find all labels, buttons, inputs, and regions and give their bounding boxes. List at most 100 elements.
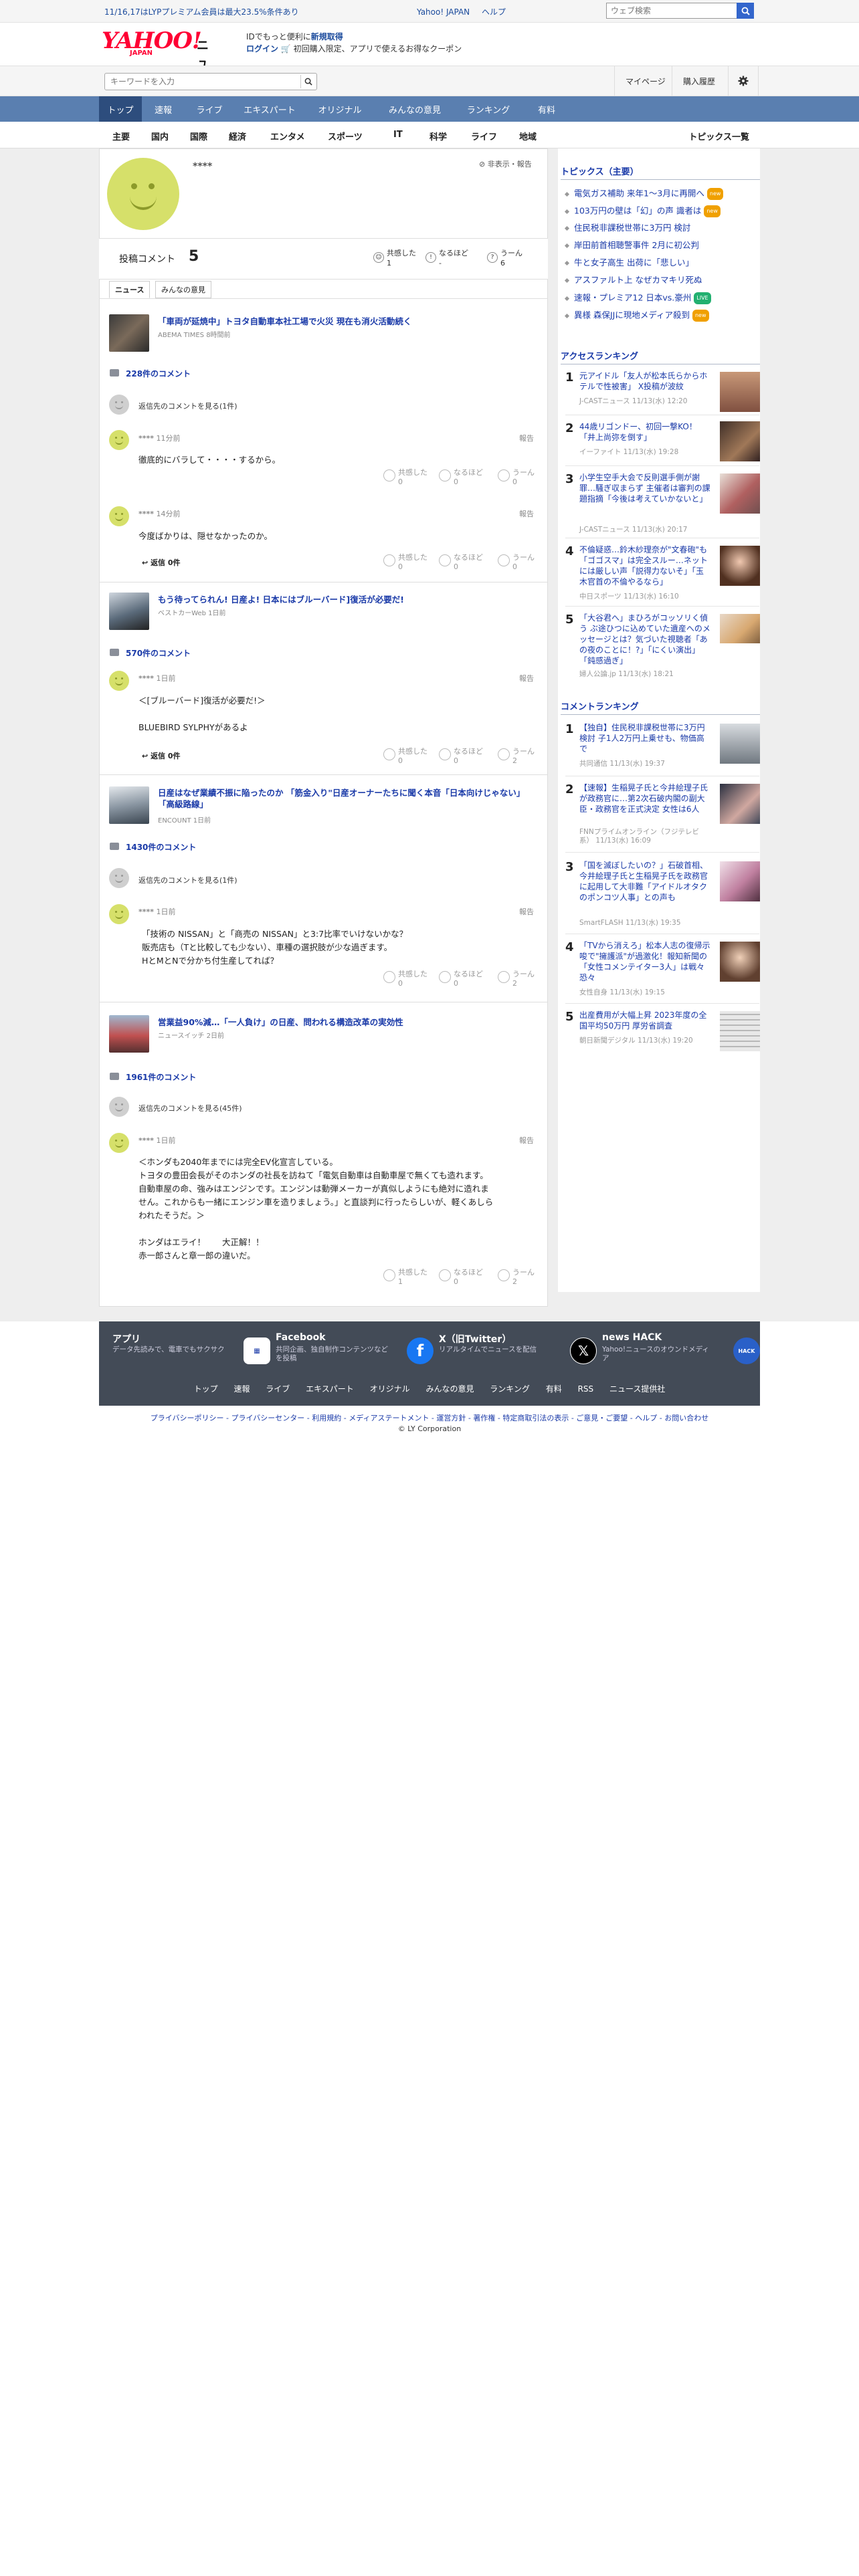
report-link[interactable]: 報告 [519, 508, 534, 519]
nav-expert[interactable]: エキスパート [234, 96, 305, 122]
ranking-thumbnail[interactable] [720, 942, 760, 982]
umm-button[interactable]: うーん 0 [498, 468, 535, 487]
cat-entertainment[interactable]: エンタメ [270, 130, 305, 142]
ranking-title[interactable]: 「国を滅ぼしたいの？」石破首相、今井絵理子氏と生稲晃子氏を政務官に起用して大非難… [579, 860, 710, 903]
article-thumbnail[interactable] [109, 593, 149, 630]
ranking-title[interactable]: 【独自】住民税非課税世帯に3万円検討 子1人2万円上乗せも、物価高で [579, 722, 710, 754]
footer-link[interactable]: ランキング [490, 1384, 530, 1394]
nav-original[interactable]: オリジナル [305, 96, 375, 122]
ranking-thumbnail[interactable] [720, 614, 760, 643]
access-ranking-heading[interactable]: アクセスランキング [561, 349, 638, 362]
reply-button[interactable]: ↩ 返信 0件 [142, 750, 181, 761]
ranking-title[interactable]: 【速報】生稲晃子氏と今井絵理子氏が政務官に…第2次石破内閣の副大臣・政務官を正式… [579, 782, 710, 815]
empathy-button[interactable]: 共感した 0 [383, 468, 427, 487]
signup-link[interactable]: 新規取得 [311, 32, 343, 41]
footer-link[interactable]: ニュース提供社 [609, 1384, 665, 1394]
footer-link[interactable]: ライブ [266, 1384, 290, 1394]
ranking-title[interactable]: 不倫疑惑…鈴木紗理奈が"文春砲"も「ゴゴスマ」は完全スルー…ネットには厳しい声「… [579, 544, 710, 587]
umm-button[interactable]: うーん 2 [498, 970, 535, 988]
login-link[interactable]: ログイン [246, 44, 278, 53]
topic-item[interactable]: 電気ガス補助 来年1〜3月に再開へ new [564, 188, 724, 200]
footer-link[interactable]: 有料 [546, 1384, 562, 1394]
ranking-thumbnail[interactable] [720, 421, 760, 461]
footer-link[interactable]: エキスパート [306, 1384, 354, 1394]
footer-x-card[interactable]: X（旧Twitter） リアルタイムでニュースを配信 𝕏 [439, 1332, 597, 1367]
report-link[interactable]: 報告 [519, 1135, 534, 1146]
footer-newshack-card[interactable]: news HACK Yahoo!ニュースのオウンドメディア HACK [602, 1332, 760, 1367]
see-reply-target-link[interactable]: 返信先のコメントを見る(45件) [138, 1103, 242, 1113]
cat-main[interactable]: 主要 [112, 130, 130, 142]
article-thumbnail[interactable] [109, 786, 149, 824]
report-link[interactable]: 報告 [519, 673, 534, 683]
footer-link[interactable]: 速報 [233, 1384, 250, 1394]
footer-link[interactable]: RSS [578, 1384, 594, 1394]
see-reply-target-link[interactable]: 返信先のコメントを見る(1件) [138, 401, 237, 411]
coupon-text[interactable]: 🛒 初回購入限定、アプリで使えるお得なクーポン [281, 44, 462, 53]
umm-button[interactable]: うーん 0 [498, 553, 535, 572]
promo-text[interactable]: 11/16,17はLYPプレミアム会員は最大23.5%条件あり [104, 6, 299, 17]
keyword-search-button[interactable] [300, 75, 315, 88]
nav-live[interactable]: ライブ [185, 96, 234, 122]
article-title[interactable]: もう待ってられん! 日産よ! 日本にはブルーバード]復活が必要だ! [158, 594, 533, 605]
cat-life[interactable]: ライフ [471, 130, 497, 142]
comment-count-link[interactable]: 570件のコメント [126, 647, 191, 659]
purchase-history-button[interactable]: 購入履歴 [672, 66, 726, 96]
nav-breaking[interactable]: 速報 [142, 96, 185, 122]
cat-region[interactable]: 地域 [519, 130, 537, 142]
settings-button[interactable] [728, 66, 759, 96]
naruhodo-button[interactable]: なるほど 0 [439, 747, 483, 766]
umm-button[interactable]: うーん 2 [498, 1268, 535, 1287]
article-title[interactable]: 営業益90%減…「一人負け」の日産、問われる構造改革の実効性 [158, 1016, 533, 1028]
cat-it[interactable]: IT [393, 130, 403, 140]
nav-top[interactable]: トップ [99, 96, 142, 122]
footer-app-card[interactable]: アプリ データ先読みで、電車でもサクサク ▦ [112, 1332, 270, 1367]
ranking-title[interactable]: 出産費用が大幅上昇 2023年度の全国平均50万円 厚労省調査 [579, 1010, 710, 1031]
empathy-button[interactable]: 共感した 0 [383, 553, 427, 572]
topic-item[interactable]: 牛と女子高生 出荷に「悲しい」 [564, 257, 694, 268]
comment-count-link[interactable]: 1961件のコメント [126, 1071, 196, 1083]
comment-ranking-heading[interactable]: コメントランキング [561, 700, 639, 712]
comment-count-link[interactable]: 1430件のコメント [126, 841, 196, 853]
footer-link[interactable]: トップ [194, 1384, 218, 1394]
naruhodo-button[interactable]: なるほど 0 [439, 468, 483, 487]
topic-item[interactable]: 異様 森保JJに現地メディア殺到 new [564, 310, 709, 322]
ranking-title[interactable]: 「大谷君へ」まひろがコッソリく偵う ぶ途ひつに込めていた遺産へのメッセージとは？… [579, 613, 710, 666]
web-search-button[interactable] [737, 3, 754, 19]
nav-ranking[interactable]: ランキング [455, 96, 522, 122]
ranking-thumbnail[interactable] [720, 372, 760, 412]
cat-world[interactable]: 国際 [190, 130, 207, 142]
legal-links[interactable]: プライバシーポリシー - プライバシーセンター - 利用規約 - メディアステー… [0, 1412, 859, 1423]
footer-link[interactable]: みんなの意見 [425, 1384, 474, 1394]
naruhodo-button[interactable]: なるほど 0 [439, 970, 483, 988]
topic-item[interactable]: 住民税非課税世帯に3万円 検討 [564, 223, 690, 233]
ranking-thumbnail[interactable] [720, 724, 760, 764]
cat-economy[interactable]: 経済 [229, 130, 246, 142]
web-search-input[interactable] [607, 3, 734, 18]
mypage-button[interactable]: マイページ [614, 66, 676, 96]
hide-report-button[interactable]: ⊘ 非表示・報告 [479, 158, 532, 169]
yahoo-news-logo[interactable]: YAHOO! JAPAN ニュース [102, 29, 209, 105]
footer-facebook-card[interactable]: Facebook 共同企画、独自制作コンテンツなどを投稿 f [276, 1332, 434, 1367]
help-link[interactable]: ヘルプ [482, 7, 506, 17]
ranking-thumbnail[interactable] [720, 546, 760, 586]
ranking-title[interactable]: 「TVから消えろ」松本人志の復帰示唆で"擁護派"が過激化！報知新聞の「女性コメン… [579, 940, 710, 983]
footer-link[interactable]: オリジナル [370, 1384, 410, 1394]
empathy-button[interactable]: 共感した 0 [383, 970, 427, 988]
article-title[interactable]: 「車両が延焼中」トヨタ自動車本社工場で火災 現在も消火活動続く [158, 316, 533, 327]
yahoo-japan-link[interactable]: Yahoo! JAPAN [417, 7, 470, 17]
ranking-title[interactable]: 44歳リゴンドー、初回一撃KO！「井上尚弥を倒す」 [579, 421, 710, 443]
cat-science[interactable]: 科学 [430, 130, 447, 142]
article-thumbnail[interactable] [109, 314, 149, 352]
naruhodo-button[interactable]: なるほど 0 [439, 1268, 483, 1287]
see-reply-target-link[interactable]: 返信先のコメントを見る(1件) [138, 875, 237, 885]
cat-sports[interactable]: スポーツ [328, 130, 363, 142]
article-title[interactable]: 日産はなぜ業績不振に陥ったのか 「筋金入り"日産オーナーたちに聞く本音「日本向け… [158, 787, 536, 810]
topic-item[interactable]: 岸田前首相聴警事件 2月に初公判 [564, 240, 699, 251]
naruhodo-button[interactable]: なるほど 0 [439, 553, 483, 572]
topics-list-link[interactable]: トピックス一覧 [688, 130, 749, 142]
report-link[interactable]: 報告 [519, 906, 534, 917]
report-link[interactable]: 報告 [519, 433, 534, 443]
ranking-title[interactable]: 元アイドル「友人が松本氏らからホテルで性被害」 X投稿が波紋 [579, 370, 710, 392]
topic-item[interactable]: アスファルト上 なぜカマキリ死ぬ [564, 275, 702, 286]
nav-paid[interactable]: 有料 [522, 96, 571, 122]
